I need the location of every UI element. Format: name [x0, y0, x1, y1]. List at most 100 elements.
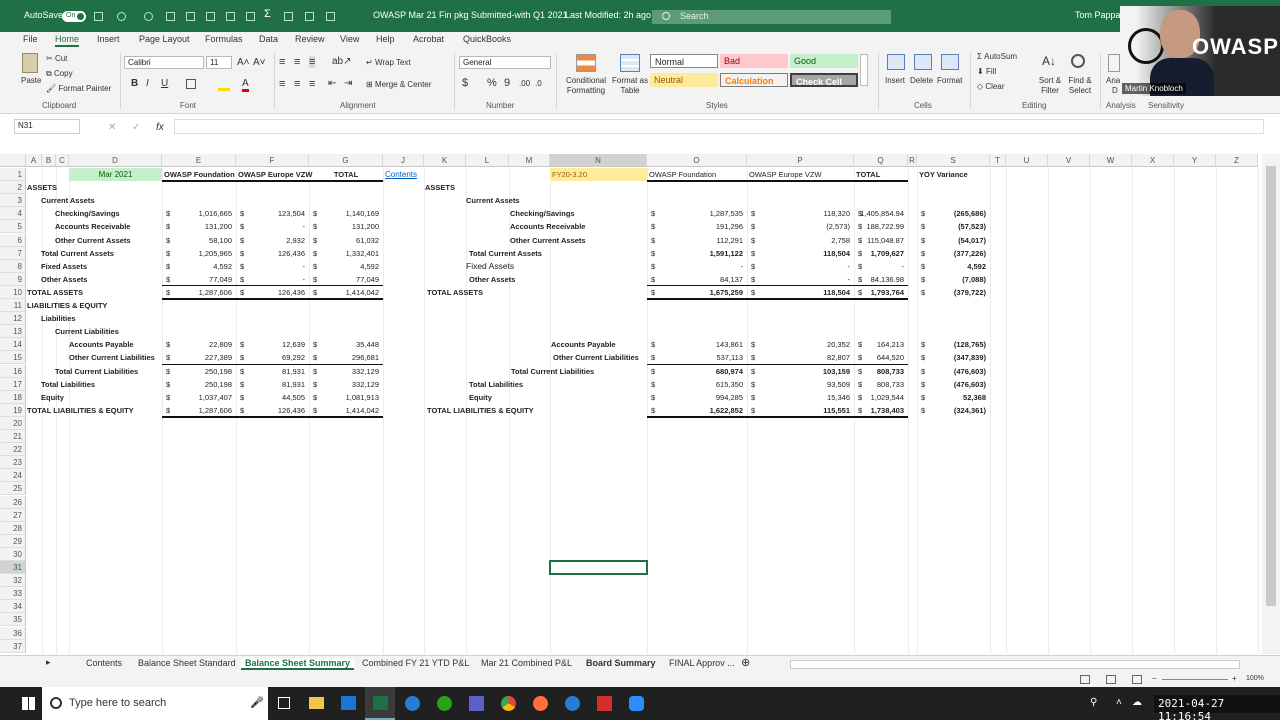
header-total[interactable]: TOTAL: [311, 168, 381, 181]
sum-icon[interactable]: Σ: [264, 8, 273, 20]
row-header[interactable]: 28: [0, 521, 26, 535]
value-cell[interactable]: 84,137: [647, 273, 743, 286]
scroll-thumb[interactable]: [1266, 166, 1276, 606]
row-header[interactable]: 36: [0, 626, 26, 640]
format-as-table-button[interactable]: Format as Table: [611, 76, 649, 96]
analyze-icon[interactable]: [1108, 54, 1120, 72]
tab-file[interactable]: File: [23, 34, 38, 44]
column-header[interactable]: O: [647, 154, 747, 167]
tab-help[interactable]: Help: [376, 34, 395, 44]
row-label[interactable]: TOTAL ASSETS: [427, 286, 483, 299]
value-cell[interactable]: 82,807: [747, 351, 850, 364]
clear-button[interactable]: ◇ Clear: [977, 82, 1005, 91]
row-label[interactable]: Other Current Assets: [55, 234, 131, 247]
row-label[interactable]: Other Current Liabilities: [69, 351, 155, 364]
row-label[interactable]: Accounts Receivable: [55, 220, 130, 233]
value-cell[interactable]: -: [747, 273, 851, 286]
paste-qat-icon[interactable]: [284, 12, 293, 21]
value-cell[interactable]: 61,032: [309, 234, 379, 247]
tab-page-layout[interactable]: Page Layout: [139, 34, 190, 44]
column-header[interactable]: L: [466, 154, 509, 167]
value-cell[interactable]: 12,639: [236, 338, 305, 351]
value-cell[interactable]: (324,361): [917, 404, 986, 417]
font-name-select[interactable]: Calibri: [124, 56, 204, 69]
find-icon[interactable]: [1071, 54, 1085, 68]
add-sheet-icon[interactable]: ⊕: [741, 656, 750, 669]
email-icon[interactable]: [226, 12, 235, 21]
conditional-formatting-icon[interactable]: [576, 54, 596, 72]
borders-icon[interactable]: [186, 79, 196, 89]
orientation-icon[interactable]: ab↗: [332, 56, 352, 67]
row-header[interactable]: 21: [0, 430, 26, 443]
horizontal-scrollbar[interactable]: [790, 660, 1240, 669]
value-cell[interactable]: 296,681: [309, 351, 379, 364]
windows-start-icon[interactable]: [22, 697, 35, 710]
italic-icon[interactable]: I: [146, 78, 149, 89]
last-modified[interactable]: Last Modified: 2h ago: [565, 10, 651, 20]
microphone-icon[interactable]: 🎤: [250, 696, 264, 709]
tab-view[interactable]: View: [340, 34, 359, 44]
header-date[interactable]: Mar 2021: [69, 168, 162, 181]
conditional-formatting-button[interactable]: Conditional Formatting: [565, 76, 607, 96]
row-header[interactable]: 2: [0, 181, 26, 195]
column-header[interactable]: Z: [1216, 154, 1258, 167]
edge-icon[interactable]: [405, 696, 420, 711]
value-cell[interactable]: 81,931: [236, 365, 305, 378]
row-label[interactable]: Total Current Assets: [41, 247, 114, 260]
outlook-icon[interactable]: [341, 696, 356, 710]
row-header[interactable]: 23: [0, 456, 26, 470]
value-cell[interactable]: 52,368: [917, 391, 986, 404]
value-cell[interactable]: 123,504: [236, 207, 305, 220]
paste-button[interactable]: Paste: [21, 76, 41, 85]
value-cell[interactable]: 1,405,854.94: [854, 207, 904, 220]
column-header[interactable]: T: [990, 154, 1006, 167]
value-cell[interactable]: (347,839): [917, 351, 986, 364]
zoom-level[interactable]: 100%: [1246, 675, 1264, 682]
row-label[interactable]: Accounts Receivable: [510, 220, 585, 233]
undo-icon[interactable]: [117, 12, 126, 21]
row-header[interactable]: 7: [0, 246, 26, 260]
row-header[interactable]: 1: [0, 168, 26, 181]
row-label[interactable]: ASSETS: [425, 181, 455, 194]
excel-taskbar-button[interactable]: [365, 687, 395, 720]
sheet-tab-balance-sheet-standard[interactable]: Balance Sheet Standard: [138, 658, 236, 668]
fill-color-icon[interactable]: [218, 88, 230, 91]
column-header[interactable]: C: [56, 154, 69, 167]
filter-icon[interactable]: [305, 12, 314, 21]
value-cell[interactable]: 808,733: [854, 365, 904, 378]
value-cell[interactable]: 1,738,403: [854, 404, 904, 417]
row-header[interactable]: 6: [0, 233, 26, 247]
align-bottom-icon[interactable]: ≡: [309, 56, 316, 68]
font-color-icon[interactable]: A: [242, 78, 249, 92]
style-check-cell[interactable]: Check Cell: [790, 73, 858, 87]
vertical-scrollbar[interactable]: [1262, 154, 1280, 654]
row-label[interactable]: Other Assets: [41, 273, 87, 286]
merge-center-button[interactable]: ⊞ Merge & Center: [366, 80, 431, 89]
sheet-tab-board-summary[interactable]: Board Summary: [586, 658, 656, 668]
open-icon[interactable]: [166, 12, 175, 21]
row-label[interactable]: Fixed Assets: [466, 260, 514, 273]
worksheet-grid[interactable]: A B C D E F G J K L M N O P Q R S T U V W X Y Z 1 2 3 4 5 6 7 8 9 10 11 12 1…: [0, 154, 1262, 654]
header-yoy[interactable]: YOY Variance: [919, 168, 988, 181]
align-top-icon[interactable]: ≡: [279, 56, 285, 68]
row-header[interactable]: 18: [0, 390, 26, 404]
zoom-in-icon[interactable]: +: [1232, 674, 1237, 683]
tab-formulas[interactable]: Formulas: [205, 34, 243, 44]
row-header[interactable]: 17: [0, 377, 26, 391]
align-left-icon[interactable]: ≡: [279, 78, 285, 90]
row-header[interactable]: 19: [0, 403, 26, 417]
tab-insert[interactable]: Insert: [97, 34, 120, 44]
header-foundation-fy[interactable]: OWASP Foundation: [649, 168, 745, 181]
sheet-tab-final-approv[interactable]: FINAL Approv ...: [669, 658, 735, 668]
value-cell[interactable]: 22,809: [162, 338, 232, 351]
format-button[interactable]: Format: [937, 76, 962, 85]
tabs-scroll-icon[interactable]: ▸: [46, 657, 51, 668]
column-header[interactable]: N: [550, 154, 647, 167]
tab-data[interactable]: Data: [259, 34, 278, 44]
value-cell[interactable]: 126,436: [236, 404, 305, 417]
analyze-button-d[interactable]: D: [1112, 86, 1118, 95]
row-label[interactable]: Liabilities: [41, 312, 76, 325]
edge-dev-icon[interactable]: [565, 696, 580, 711]
value-cell[interactable]: 1,332,401: [309, 247, 379, 260]
shrink-font-icon[interactable]: A˅: [253, 57, 266, 68]
